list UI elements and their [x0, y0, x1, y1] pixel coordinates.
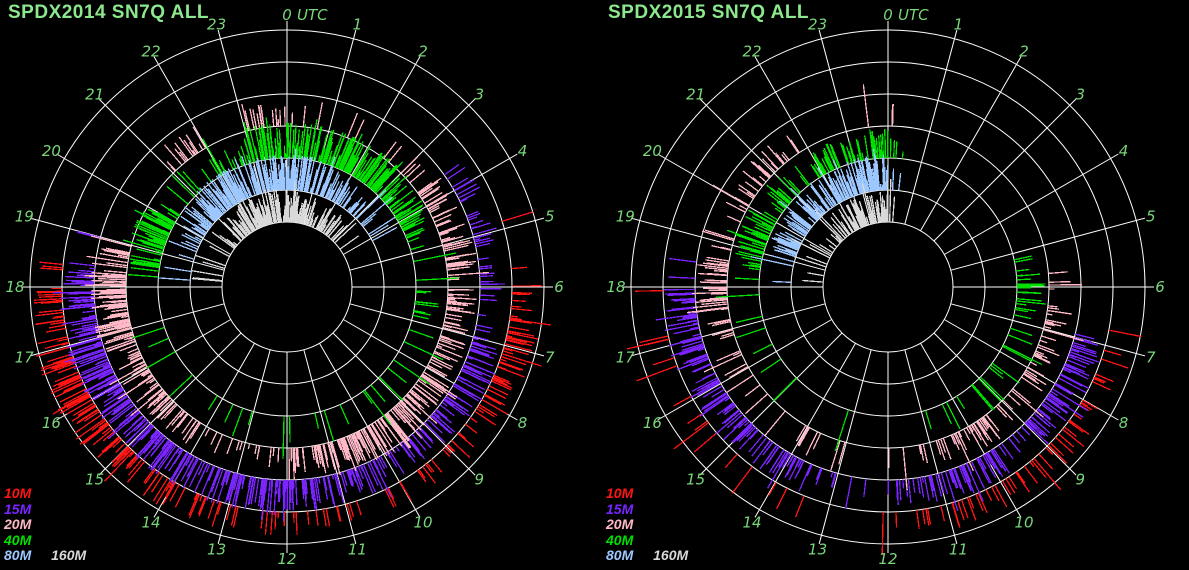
- radial-activity-charts: 01234567891011121314151617181920212223UT…: [0, 0, 1189, 570]
- hour-label-16: 16: [643, 414, 662, 432]
- hour-label-7: 7: [1146, 348, 1156, 366]
- hour-label-20: 20: [42, 142, 61, 160]
- hour-label-10: 10: [413, 514, 432, 532]
- hour-label-9: 9: [475, 470, 485, 488]
- hour-label-18: 18: [5, 278, 24, 296]
- utc-label: UTC: [297, 6, 328, 24]
- hour-label-17: 17: [15, 348, 35, 366]
- hour-label-6: 6: [1155, 278, 1165, 296]
- hour-label-4: 4: [518, 142, 528, 160]
- legend-160m: 160M: [51, 548, 86, 564]
- band-legend-right: 10M 15M 20M 40M 80M 160M: [606, 486, 688, 564]
- legend-80m: 80M: [606, 548, 633, 564]
- legend-40m: 40M: [4, 533, 31, 549]
- legend-10m: 10M: [606, 486, 633, 502]
- legend-15m: 15M: [4, 502, 31, 518]
- hour-label-18: 18: [606, 278, 625, 296]
- hour-label-8: 8: [1119, 414, 1129, 432]
- bars-10m: [627, 291, 1141, 555]
- hour-label-2: 2: [1019, 42, 1029, 60]
- hour-label-0: 0: [883, 6, 893, 24]
- chart-title-2014: SPDX2014 SN7Q ALL: [8, 2, 209, 24]
- hour-label-2: 2: [418, 42, 428, 60]
- hour-label-3: 3: [1076, 86, 1086, 104]
- polar-chart-2014: 01234567891011121314151617181920212223UT…: [5, 6, 563, 568]
- band-legend-left: 10M 15M 20M 40M 80M 160M: [4, 486, 86, 564]
- hour-label-9: 9: [1076, 470, 1086, 488]
- hour-label-11: 11: [949, 541, 968, 559]
- hour-label-21: 21: [686, 86, 705, 104]
- hour-label-5: 5: [1146, 208, 1156, 226]
- hour-label-17: 17: [616, 348, 636, 366]
- hour-label-7: 7: [545, 348, 555, 366]
- hour-label-12: 12: [878, 550, 897, 568]
- hour-label-23: 23: [207, 15, 226, 33]
- hour-label-19: 19: [616, 208, 635, 226]
- hour-label-14: 14: [742, 514, 761, 532]
- hour-label-10: 10: [1014, 514, 1033, 532]
- hour-label-12: 12: [277, 550, 296, 568]
- hour-label-21: 21: [85, 86, 104, 104]
- hour-label-16: 16: [42, 414, 61, 432]
- hour-label-15: 15: [686, 470, 705, 488]
- utc-label: UTC: [898, 6, 929, 24]
- dual-polar-activity-page: { "app": { "background": "#000000", "gri…: [0, 0, 1189, 570]
- legend-15m: 15M: [606, 502, 633, 518]
- hour-label-3: 3: [475, 86, 485, 104]
- hour-label-15: 15: [85, 470, 104, 488]
- legend-40m: 40M: [606, 533, 633, 549]
- hour-label-1: 1: [954, 15, 964, 33]
- hour-label-20: 20: [643, 142, 662, 160]
- hour-label-11: 11: [348, 541, 367, 559]
- bars-40m: [716, 129, 1046, 451]
- hour-label-8: 8: [518, 414, 528, 432]
- hour-label-22: 22: [141, 42, 160, 60]
- hour-label-6: 6: [554, 278, 564, 296]
- legend-80m: 80M: [4, 548, 31, 564]
- hour-label-0: 0: [282, 6, 292, 24]
- hour-label-19: 19: [15, 208, 34, 226]
- hour-label-14: 14: [141, 514, 160, 532]
- bars-160m: [191, 181, 359, 282]
- legend-20m: 20M: [4, 517, 31, 533]
- legend-10m: 10M: [4, 486, 31, 502]
- legend-160m: 160M: [653, 548, 688, 564]
- hour-label-1: 1: [353, 15, 363, 33]
- hour-label-5: 5: [545, 208, 555, 226]
- legend-20m: 20M: [606, 517, 633, 533]
- chart-title-2015: SPDX2015 SN7Q ALL: [608, 2, 809, 24]
- hour-label-4: 4: [1119, 142, 1129, 160]
- hour-label-23: 23: [808, 15, 827, 33]
- hour-label-22: 22: [742, 42, 761, 60]
- polar-chart-2015: 01234567891011121314151617181920212223UT…: [606, 6, 1164, 568]
- hour-label-13: 13: [207, 541, 226, 559]
- hour-label-13: 13: [808, 541, 827, 559]
